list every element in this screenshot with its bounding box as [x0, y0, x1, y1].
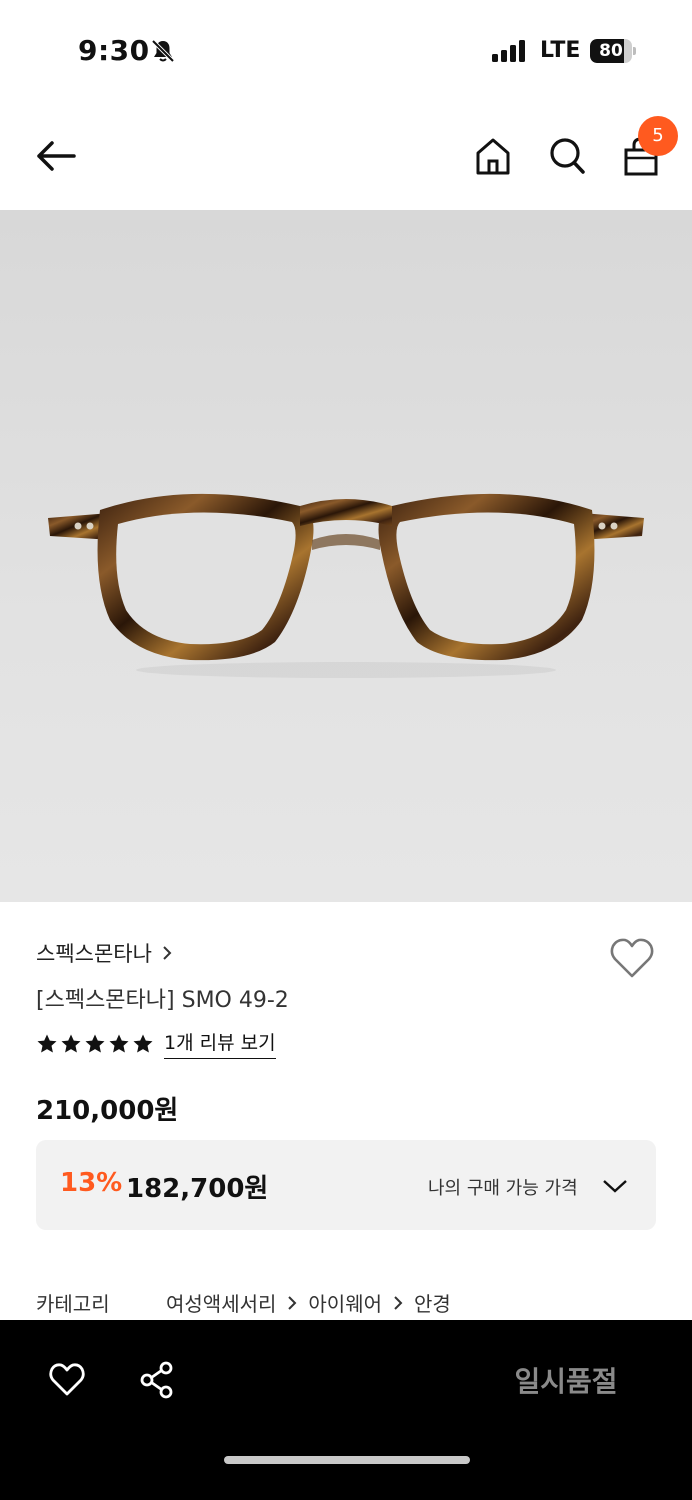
cart-count-badge: 5 [638, 116, 678, 156]
bottom-action-bar: 일시품절 [0, 1320, 692, 1500]
chevron-right-icon [288, 1295, 297, 1310]
review-link[interactable]: 1개 리뷰 보기 [164, 1028, 276, 1059]
product-title: [스펙스몬타나] SMO 49-2 [36, 988, 289, 1013]
top-navigation [0, 100, 692, 210]
back-arrow-icon[interactable] [34, 136, 78, 176]
bell-slash-icon [151, 39, 175, 63]
battery-level: 80 [599, 41, 623, 61]
category-crumb[interactable]: 여성액세서리 [166, 1288, 276, 1317]
original-price: 210,000원 [36, 1096, 179, 1126]
sold-out-button[interactable]: 일시품절 [476, 1354, 656, 1410]
star-icon [61, 1034, 81, 1052]
star-icon [85, 1034, 105, 1052]
chevron-right-icon [394, 1295, 403, 1310]
brand-link[interactable]: 스펙스몬타나 [36, 938, 174, 968]
chevron-down-icon[interactable] [602, 1176, 628, 1196]
star-icon [109, 1034, 129, 1052]
wishlist-heart-icon[interactable] [608, 936, 656, 980]
discount-price: 182,700원 [126, 1174, 269, 1204]
category-label: 카테고리 [36, 1292, 110, 1316]
signal-icon [492, 40, 525, 62]
category-crumb[interactable]: 안경 [414, 1288, 451, 1317]
search-icon[interactable] [548, 136, 586, 176]
product-image[interactable] [0, 210, 692, 902]
rating-stars [36, 1033, 156, 1055]
star-icon [37, 1034, 57, 1052]
my-price-panel[interactable]: 13% 182,700원 나의 구매 가능 가격 [36, 1140, 656, 1230]
home-indicator [224, 1456, 470, 1464]
share-icon[interactable] [138, 1360, 176, 1400]
status-bar: 9:30 LTE 80 [0, 0, 692, 100]
battery-icon: 80 [590, 39, 636, 63]
discount-rate: 13% [60, 1168, 123, 1198]
star-icon [133, 1034, 153, 1052]
my-price-label: 나의 구매 가능 가격 [428, 1178, 578, 1199]
chevron-right-icon [163, 946, 172, 960]
heart-icon[interactable] [48, 1362, 86, 1398]
network-type: LTE [540, 38, 581, 63]
eyeglasses-image [48, 493, 644, 678]
category-row: 카테고리 여성액세서리 아이웨어 안경 [36, 1288, 451, 1317]
brand-name: 스펙스몬타나 [36, 942, 152, 966]
status-time: 9:30 [78, 34, 150, 67]
category-crumb[interactable]: 아이웨어 [308, 1288, 382, 1317]
rating-row: 1개 리뷰 보기 [36, 1028, 276, 1059]
home-icon[interactable] [474, 136, 512, 176]
